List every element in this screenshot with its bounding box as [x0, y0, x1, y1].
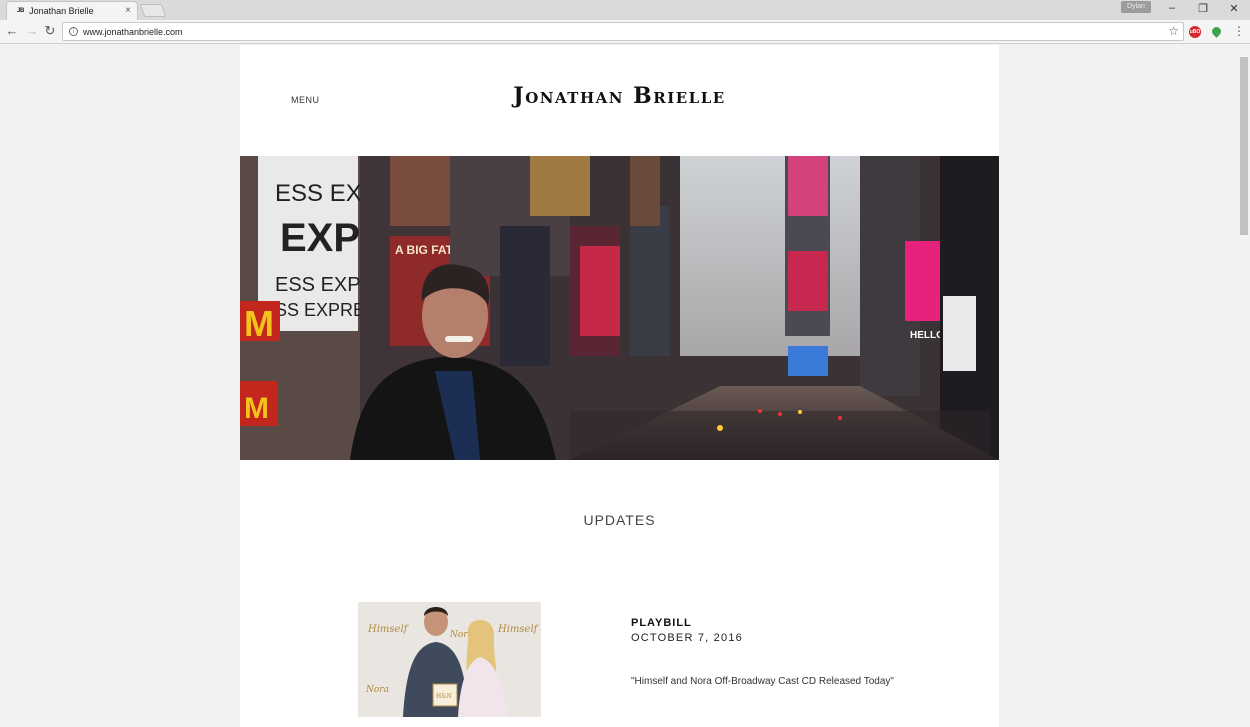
- site-page: MENU Jonathan Brielle EXPR ESS EXP ESS E…: [240, 45, 999, 727]
- page-scrollbar[interactable]: [1238, 45, 1250, 727]
- star-icon[interactable]: ☆: [1168, 24, 1179, 38]
- post-thumbnail[interactable]: Himself Himself Nora Nora H&N: [358, 602, 541, 717]
- restore-icon[interactable]: ❐: [1193, 2, 1213, 15]
- close-window-icon[interactable]: ✕: [1224, 2, 1244, 15]
- tab-favicon: JB: [17, 8, 25, 14]
- location-pin-icon[interactable]: [1210, 25, 1223, 38]
- minimize-icon[interactable]: –: [1162, 2, 1182, 14]
- svg-text:M: M: [244, 392, 269, 425]
- profile-button[interactable]: Dylan: [1121, 1, 1151, 13]
- tab-close-icon[interactable]: ×: [125, 5, 131, 16]
- url-text[interactable]: www.jonathanbrielle.com: [83, 27, 183, 37]
- back-arrow-icon[interactable]: ←: [4, 24, 20, 38]
- hero-photo-illustration: EXPR ESS EXP ESS EXPR SS EXPRE M M A BIG…: [240, 156, 999, 460]
- svg-text:H&N: H&N: [436, 693, 452, 700]
- info-icon[interactable]: i: [69, 27, 78, 36]
- svg-text:SS EXPRE: SS EXPRE: [275, 300, 365, 320]
- address-bar[interactable]: i www.jonathanbrielle.com ☆: [62, 22, 1184, 41]
- post-source[interactable]: PLAYBILL: [631, 617, 692, 629]
- svg-text:HELLO: HELLO: [910, 330, 944, 341]
- kebab-menu-icon[interactable]: ⋮: [1233, 24, 1245, 38]
- tab-title: Jonathan Brielle: [29, 6, 94, 16]
- browser-toolbar: ← → ↻ i www.jonathanbrielle.com ☆ uBO ⋮: [0, 20, 1250, 44]
- browser-tab[interactable]: JB Jonathan Brielle ×: [6, 1, 138, 20]
- hero-image: EXPR ESS EXP ESS EXPR SS EXPRE M M A BIG…: [240, 156, 999, 460]
- forward-arrow-icon[interactable]: →: [24, 24, 40, 38]
- svg-text:M: M: [244, 303, 274, 344]
- post-photo-illustration: Himself Himself Nora Nora H&N: [358, 602, 541, 717]
- new-tab-button[interactable]: [139, 4, 167, 17]
- reload-icon[interactable]: ↻: [42, 24, 58, 38]
- site-logo[interactable]: Jonathan Brielle: [240, 83, 999, 109]
- post-date: OCTOBER 7, 2016: [631, 632, 743, 644]
- svg-text:Himself: Himself: [497, 624, 540, 635]
- section-title: UPDATES: [583, 512, 656, 528]
- svg-text:Nora: Nora: [365, 685, 389, 695]
- svg-text:Himself: Himself: [367, 624, 410, 635]
- scrollbar-thumb[interactable]: [1240, 57, 1248, 235]
- ublock-icon[interactable]: uBO: [1189, 26, 1201, 38]
- post-title[interactable]: "Himself and Nora Off-Broadway Cast CD R…: [631, 676, 894, 687]
- tab-strip: JB Jonathan Brielle × Dylan – ❐ ✕: [0, 0, 1250, 20]
